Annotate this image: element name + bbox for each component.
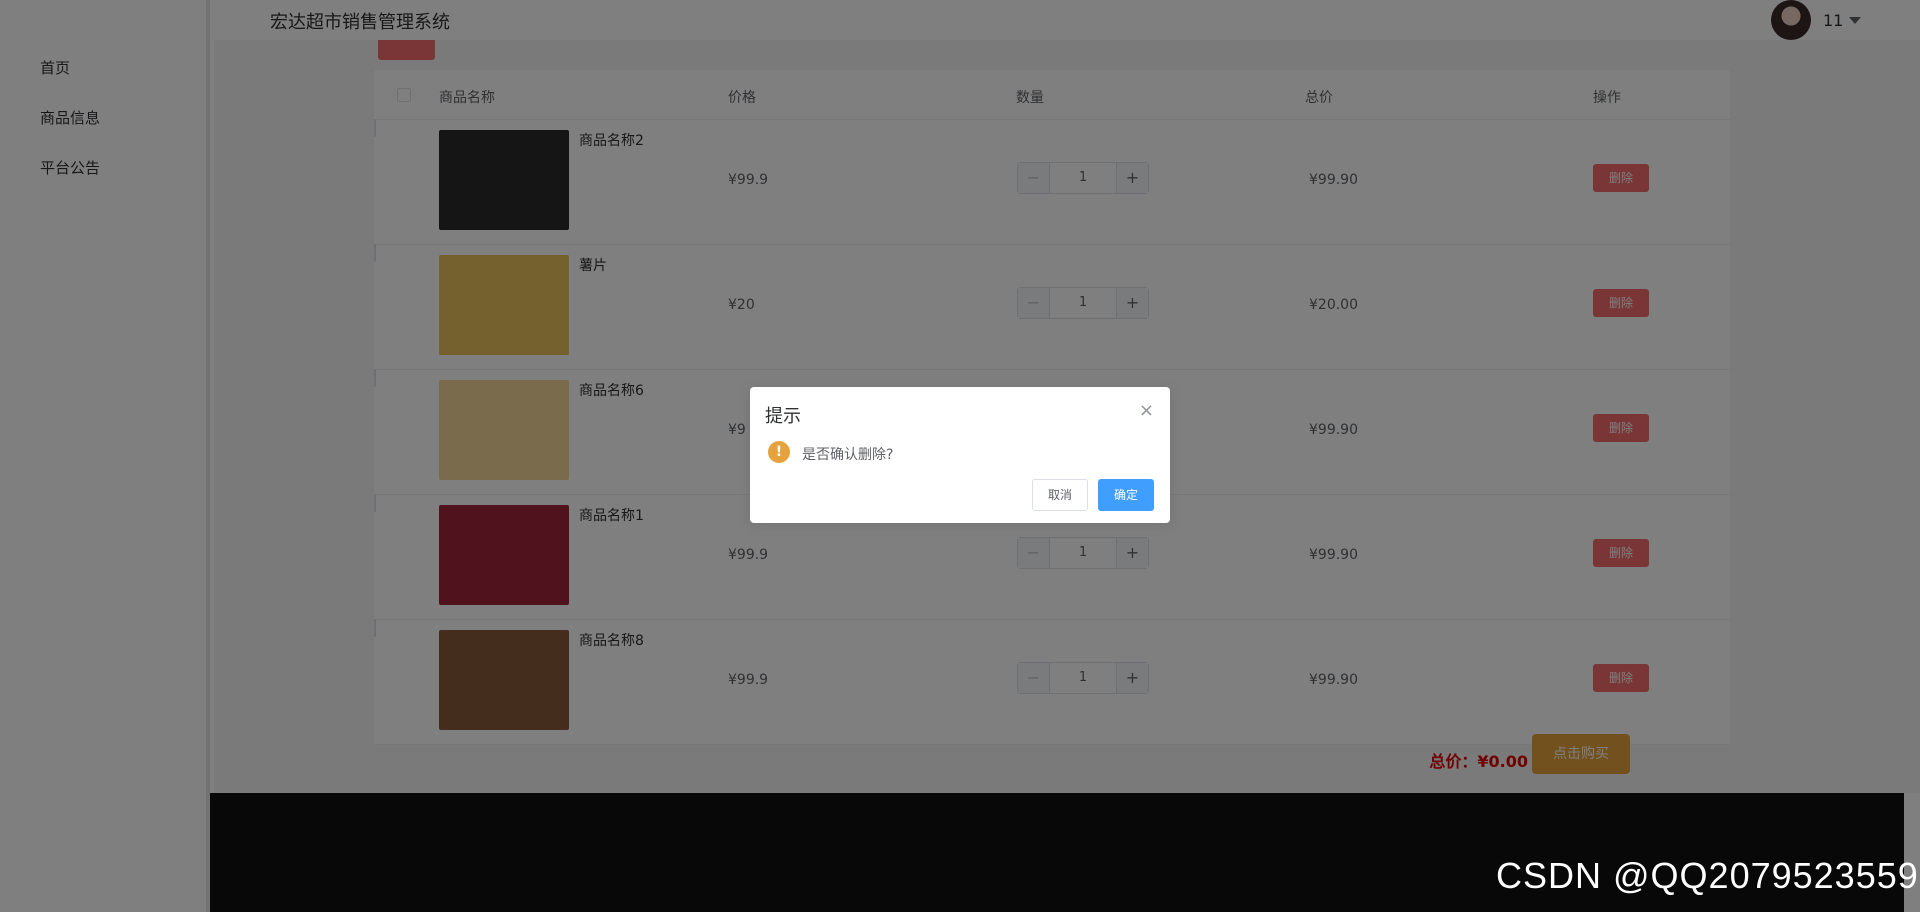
- cancel-button[interactable]: 取消: [1032, 479, 1088, 511]
- dialog-title: 提示: [765, 406, 801, 427]
- close-icon[interactable]: ×: [1139, 400, 1154, 421]
- watermark: CSDN @QQ2079523559: [1496, 855, 1919, 896]
- confirm-dialog: 提示 × ! 是否确认删除? 取消 确定: [750, 387, 1170, 523]
- confirm-button[interactable]: 确定: [1098, 479, 1154, 511]
- dialog-message: 是否确认删除?: [802, 447, 894, 463]
- warning-icon: !: [768, 441, 790, 463]
